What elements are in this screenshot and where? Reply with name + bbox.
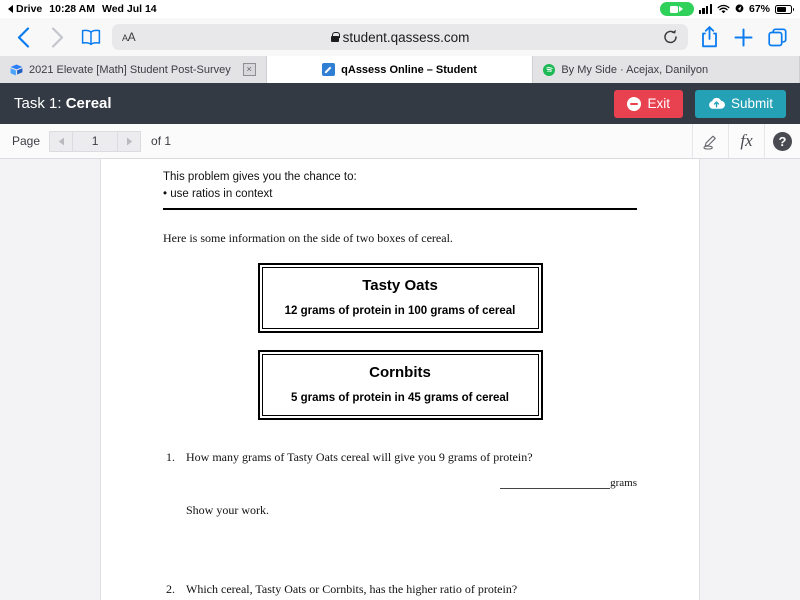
question-item: 1. How many grams of Tasty Oats cereal w… bbox=[101, 450, 699, 518]
page-number-input[interactable]: 1 bbox=[73, 130, 118, 152]
question-text: Which cereal, Tasty Oats or Cornbits, ha… bbox=[186, 582, 518, 597]
exit-button-label: Exit bbox=[647, 96, 670, 111]
question-body: How many grams of Tasty Oats cereal will… bbox=[186, 450, 637, 518]
question-item: 2. Which cereal, Tasty Oats or Cornbits,… bbox=[101, 582, 699, 600]
question-number: 2. bbox=[166, 582, 175, 597]
objective-block: This problem gives you the chance to: • … bbox=[101, 169, 699, 202]
answer-unit-label: grams bbox=[610, 477, 637, 490]
question-mark-icon: ? bbox=[773, 131, 792, 151]
header-actions: Exit Submit bbox=[614, 89, 786, 118]
cereal-name: Tasty Oats bbox=[362, 277, 438, 295]
browser-tab-survey[interactable]: 2021 Elevate [Math] Student Post-Survey … bbox=[0, 56, 267, 83]
battery-icon bbox=[775, 4, 794, 14]
share-icon[interactable] bbox=[696, 24, 722, 50]
cereal-name: Cornbits bbox=[369, 364, 431, 382]
plus-icon[interactable] bbox=[730, 24, 756, 50]
question-subtext: Show your work. bbox=[186, 503, 269, 518]
video-record-icon bbox=[659, 2, 694, 16]
minus-circle-icon bbox=[627, 96, 642, 111]
battery-percent-label: 67% bbox=[748, 3, 770, 15]
objective-heading: This problem gives you the chance to: bbox=[163, 171, 357, 183]
cereal-detail: 12 grams of protein in 100 grams of cere… bbox=[284, 305, 516, 318]
back-caret-icon[interactable] bbox=[8, 5, 13, 13]
answer-row: grams bbox=[186, 477, 637, 490]
triangle-right-icon bbox=[126, 137, 132, 145]
browser-toolbar: AA student.qassess.com bbox=[0, 18, 800, 56]
browser-tab-label: qAssess Online – Student bbox=[341, 63, 477, 76]
browser-tab-bar: 2021 Elevate [Math] Student Post-Survey … bbox=[0, 56, 800, 83]
browser-tab-spotify[interactable]: By My Side · Acejax, Danilyon bbox=[533, 56, 800, 83]
status-bar-right: 67% bbox=[659, 2, 794, 16]
help-button[interactable]: ? bbox=[764, 124, 800, 158]
page-title: Task 1: Cereal bbox=[14, 95, 112, 112]
question-text: How many grams of Tasty Oats cereal will… bbox=[186, 450, 533, 465]
status-bar-left: Drive 10:28 AM Wed Jul 14 bbox=[8, 3, 157, 15]
browser-tab-label: By My Side · Acejax, Danilyon bbox=[561, 63, 709, 76]
lock-icon bbox=[330, 32, 340, 42]
document-viewport[interactable]: This problem gives you the chance to: • … bbox=[0, 159, 800, 600]
triangle-left-icon bbox=[58, 137, 64, 145]
ios-status-bar: Drive 10:28 AM Wed Jul 14 67% bbox=[0, 0, 800, 18]
location-icon bbox=[735, 4, 744, 13]
spotify-icon bbox=[543, 63, 556, 76]
cloud-upload-icon bbox=[709, 97, 725, 109]
page-stepper: 1 bbox=[49, 130, 142, 152]
chevron-right-icon bbox=[44, 24, 70, 50]
app-header: Task 1: Cereal Exit Submit bbox=[0, 83, 800, 124]
browser-tab-label: 2021 Elevate [Math] Student Post-Survey bbox=[29, 63, 231, 76]
formula-label: fx bbox=[740, 131, 753, 150]
submit-button[interactable]: Submit bbox=[694, 89, 786, 118]
chevron-left-icon[interactable] bbox=[10, 24, 36, 50]
url-text: student.qassess.com bbox=[342, 29, 470, 45]
cellular-bars-icon bbox=[698, 4, 712, 14]
status-date: Wed Jul 14 bbox=[101, 3, 157, 15]
book-icon[interactable] bbox=[78, 24, 104, 50]
page-navigation-toolbar: Page 1 of 1 fx ? bbox=[0, 124, 800, 159]
toolbar-tools: fx ? bbox=[692, 124, 800, 158]
wifi-icon bbox=[717, 4, 730, 13]
reload-icon[interactable] bbox=[663, 29, 678, 45]
answer-blank-field[interactable] bbox=[500, 477, 611, 490]
qassess-pencil-icon bbox=[322, 63, 336, 76]
document-page: This problem gives you the chance to: • … bbox=[100, 159, 700, 600]
status-back-app-label[interactable]: Drive bbox=[16, 3, 42, 15]
next-page-button[interactable] bbox=[117, 130, 142, 152]
url-bar[interactable]: AA student.qassess.com bbox=[112, 24, 688, 50]
pen-highlighter-icon[interactable] bbox=[692, 124, 728, 158]
text-size-button[interactable]: AA bbox=[122, 30, 136, 44]
tabs-overview-icon[interactable] bbox=[764, 24, 790, 50]
task-name-label: Cereal bbox=[65, 95, 112, 112]
previous-page-button[interactable] bbox=[49, 130, 74, 152]
question-number: 1. bbox=[166, 450, 175, 465]
submit-button-label: Submit bbox=[730, 96, 773, 111]
page-label: Page bbox=[12, 134, 41, 148]
close-icon[interactable]: × bbox=[242, 63, 256, 76]
question-body: Which cereal, Tasty Oats or Cornbits, ha… bbox=[186, 582, 637, 600]
page-count-label: of 1 bbox=[151, 134, 172, 148]
formula-button[interactable]: fx bbox=[728, 124, 764, 158]
cereal-info-box: Tasty Oats 12 grams of protein in 100 gr… bbox=[257, 263, 543, 334]
cereal-info-box: Cornbits 5 grams of protein in 45 grams … bbox=[257, 350, 543, 421]
airtable-icon bbox=[10, 64, 23, 75]
status-time: 10:28 AM bbox=[49, 3, 95, 15]
task-prefix-label: Task 1: bbox=[14, 95, 66, 112]
browser-tab-qassess[interactable]: qAssess Online – Student bbox=[266, 56, 534, 83]
exit-button[interactable]: Exit bbox=[614, 89, 683, 118]
intro-text: Here is some information on the side of … bbox=[163, 231, 453, 246]
objective-bullet: • use ratios in context bbox=[163, 187, 273, 200]
cereal-detail: 5 grams of protein in 45 grams of cereal bbox=[291, 392, 509, 405]
url-display: student.qassess.com bbox=[112, 30, 688, 45]
